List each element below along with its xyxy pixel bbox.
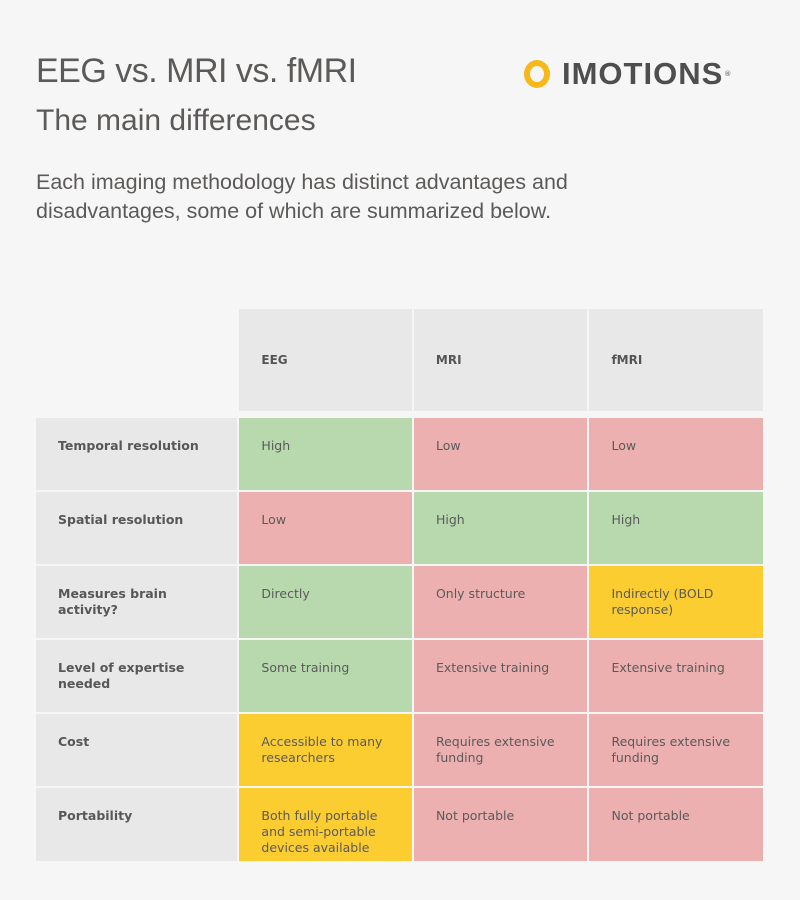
row-label: Level of expertise needed — [36, 640, 238, 712]
row-label: Cost — [36, 714, 238, 786]
header-blank-cell — [36, 309, 239, 411]
table-row: Measures brain activity? Directly Only str… — [36, 566, 764, 638]
row-label: Portability — [36, 788, 238, 861]
column-header-eeg: EEG — [239, 309, 412, 411]
cell-fmri: Low — [589, 418, 764, 490]
table-row: Spatial resolution Low High High — [36, 492, 764, 564]
table-row: Temporal resolution High Low Low — [36, 418, 764, 490]
table-body: Temporal resolution High Low Low Spatial res… — [36, 418, 764, 861]
cell-fmri: High — [589, 492, 764, 564]
table-row: Level of expertise needed Some training Ex… — [36, 640, 764, 712]
cell-fmri: Requires extensive funding — [589, 714, 764, 786]
cell-mri: Only structure — [413, 566, 588, 638]
imotions-logo: IMOTIONS ® — [524, 56, 731, 92]
cell-mri: Extensive training — [413, 640, 588, 712]
cell-eeg: Directly — [239, 566, 412, 638]
comparison-table: EEG MRI fMRI Temporal resolution High Low L… — [36, 309, 764, 861]
cell-fmri: Not portable — [589, 788, 764, 861]
cell-mri: Not portable — [413, 788, 588, 861]
row-label: Spatial resolution — [36, 492, 238, 564]
registered-mark: ® — [724, 70, 732, 78]
page-subtitle: The main differences — [36, 104, 316, 137]
table-row: Cost Accessible to many researchers Requir… — [36, 714, 764, 786]
cell-mri: Requires extensive funding — [413, 714, 588, 786]
cell-mri: High — [413, 492, 588, 564]
column-header-fmri: fMRI — [589, 309, 763, 411]
table-row: Portability Both fully portable and semi-… — [36, 788, 764, 861]
logo-text: IMOTIONS — [562, 56, 724, 91]
cell-fmri: Indirectly (BOLD response) — [589, 566, 764, 638]
column-header-mri: MRI — [413, 309, 588, 411]
cell-eeg: Low — [239, 492, 412, 564]
cell-mri: Low — [413, 418, 588, 490]
ring-icon — [524, 60, 550, 88]
cell-eeg: Some training — [239, 640, 412, 712]
page-title: EEG vs. MRI vs. fMRI — [36, 52, 357, 90]
cell-eeg: Both fully portable and semi-portable de… — [239, 788, 412, 861]
row-label: Temporal resolution — [36, 418, 238, 490]
cell-eeg: Accessible to many researchers — [239, 714, 412, 786]
intro-paragraph: Each imaging methodology has distinct ad… — [36, 170, 568, 223]
cell-fmri: Extensive training — [589, 640, 764, 712]
cell-eeg: High — [239, 418, 412, 490]
row-label: Measures brain activity? — [36, 566, 238, 638]
table-header-row: EEG MRI fMRI — [36, 309, 763, 411]
